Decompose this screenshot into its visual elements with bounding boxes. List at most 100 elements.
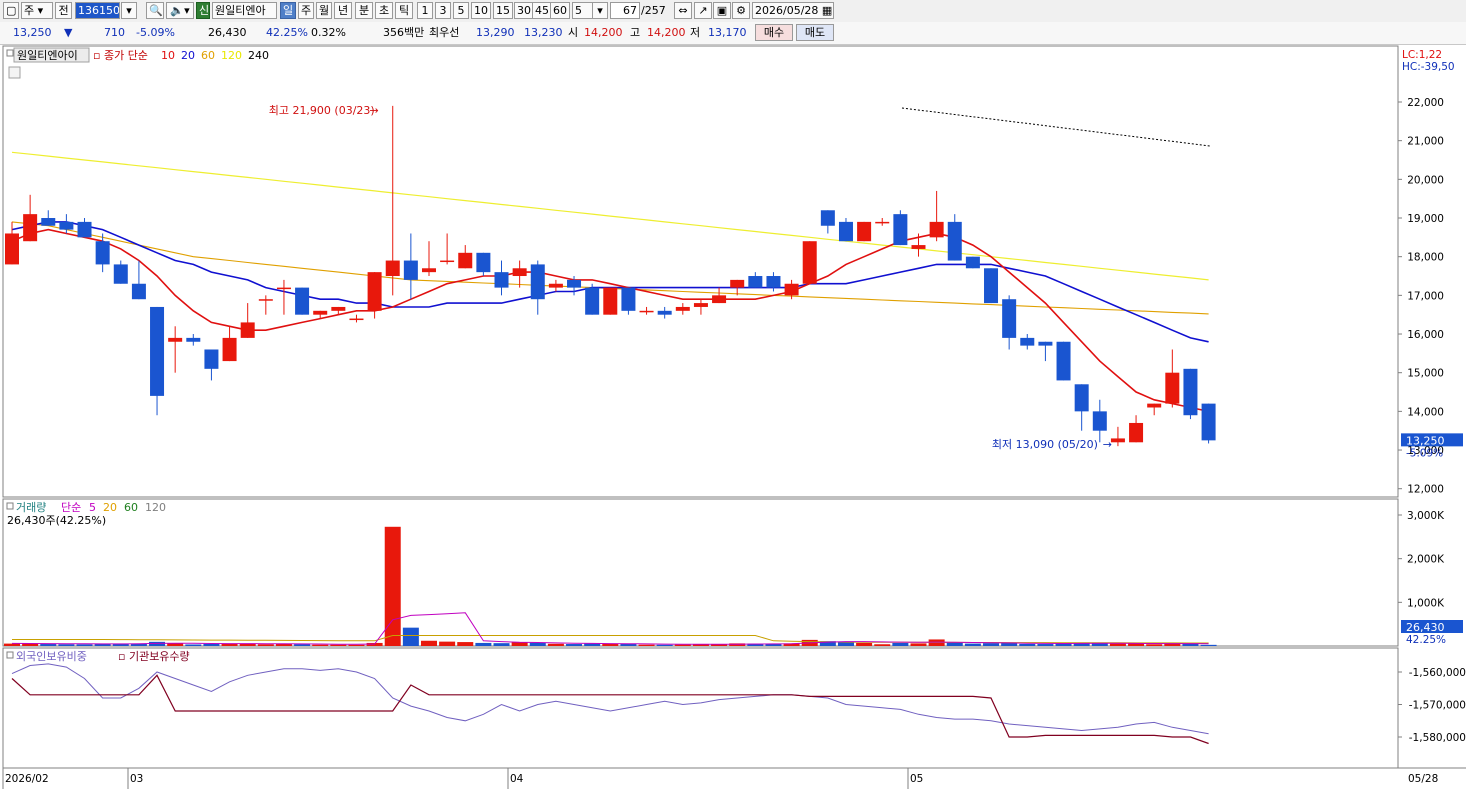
holding-legend-institution: ▫ 기관보유수량 [118,650,190,663]
candle-body [331,306,346,311]
volume-ma-legend-5: 5 [89,501,96,514]
holding-panel-frame [2,647,1399,769]
candle-body [1002,299,1017,338]
stock-chart-canvas[interactable]: 22,000 21,000 20,000 19,000 18,000 17,000 16,0… [0,0,1466,789]
trend-line [901,107,1211,147]
volume-bar [167,643,184,646]
volume-ma-legend-120: 120 [145,501,166,514]
candle-body [530,264,545,300]
volume-ma-title: 단순 [61,501,81,514]
candle-body [621,287,636,311]
volume-bar [983,643,1000,646]
volume-bar [402,627,419,646]
candle-body [820,210,835,226]
candle-body [440,260,455,263]
volume-bar [674,644,691,646]
candle-body [458,252,473,269]
candle-body [295,287,310,315]
volume-bar [638,644,655,646]
date-axis-label: 03 [130,773,143,785]
candle-body [385,260,400,277]
volume-bar [1019,643,1036,646]
chart-menu-icon [8,66,21,79]
price-panel-toggle-icon [6,49,14,57]
volume-bar [330,644,347,646]
candle-body [476,252,491,273]
candle-body [1165,372,1180,404]
volume-bar [457,642,474,646]
candle-body [603,287,618,315]
candle-body [59,221,74,230]
candle-body [766,276,781,288]
candle-body [204,349,219,369]
volume-bar [910,643,927,646]
volume-bar [348,644,365,646]
candle-body [168,337,183,342]
candle-body [313,310,328,315]
price-axis-label: 20,000 [1407,174,1444,186]
candle-body [857,221,872,242]
volume-legend-title: 거래량 [16,501,46,514]
volume-bar [493,643,510,646]
volume-bar [602,643,619,646]
volume-bar [475,642,492,646]
high-annotation: 최고 21,900 (03/23) [269,104,375,117]
candle-body [984,268,999,304]
candle-body [1201,403,1216,441]
date-axis-right-label: 05/28 [1408,773,1438,785]
institution-qty-line [11,674,1209,745]
volume-bar [420,640,437,646]
ma120-line [11,151,1209,281]
candle-body [802,241,817,284]
volume-axis-label: 3,000K [1407,510,1445,522]
volume-axis-label: 1,000K [1407,597,1445,609]
volume-bar [4,643,20,646]
volume-bar [566,644,583,646]
price-axis-label: 19,000 [1407,213,1444,225]
candle-body [23,214,38,242]
low-arrow-icon: → [1103,438,1112,451]
volume-bar [384,526,401,646]
volume-sub-label: 26,430주(42.25%) [7,514,106,527]
volume-bar [185,644,202,646]
holding-axis-label: -1,570,000 [1409,700,1466,712]
candle-body [258,299,273,301]
candle-body [367,272,382,311]
candle-body [965,256,980,269]
high-arrow-icon: → [370,104,379,117]
volume-panel-toggle-icon [6,502,14,510]
date-axis-label: 05 [910,773,923,785]
candle-body [1074,384,1089,412]
volume-bar [892,642,909,646]
candle-body [784,283,799,296]
candle-body [548,283,563,288]
candle-body [512,268,527,277]
ma-legend-title: ▫ 종가 단순 [93,49,148,62]
candle-body [693,303,708,307]
candle-body [113,264,128,284]
candle-body [748,276,763,288]
volume-ma-legend-20: 20 [103,501,117,514]
volume-bar [312,644,329,646]
candle-body [77,221,92,238]
low-annotation: 최저 13,090 (05/20) [992,438,1098,451]
ma-legend-10: 10 [161,49,175,62]
date-axis-label: 2026/02 [5,773,49,785]
candle-body [712,295,727,304]
volume-bar [76,644,93,646]
volume-panel-frame [2,498,1399,647]
ma20-line [11,221,1209,343]
volume-bar [964,643,981,646]
current-price-box-label: 13,250 [1406,434,1445,447]
volume-bar [439,641,456,646]
holding-legend-foreign: 외국인보유비중 [16,650,87,663]
volume-bar [1200,644,1217,646]
candle-body [947,221,962,261]
volume-bar [511,642,528,646]
volume-bar [656,644,673,646]
volume-bar [58,644,75,646]
volume-bar [40,644,57,646]
volume-bar [529,642,546,646]
price-axis-label: 14,000 [1407,406,1444,418]
candle-body [1038,341,1053,346]
